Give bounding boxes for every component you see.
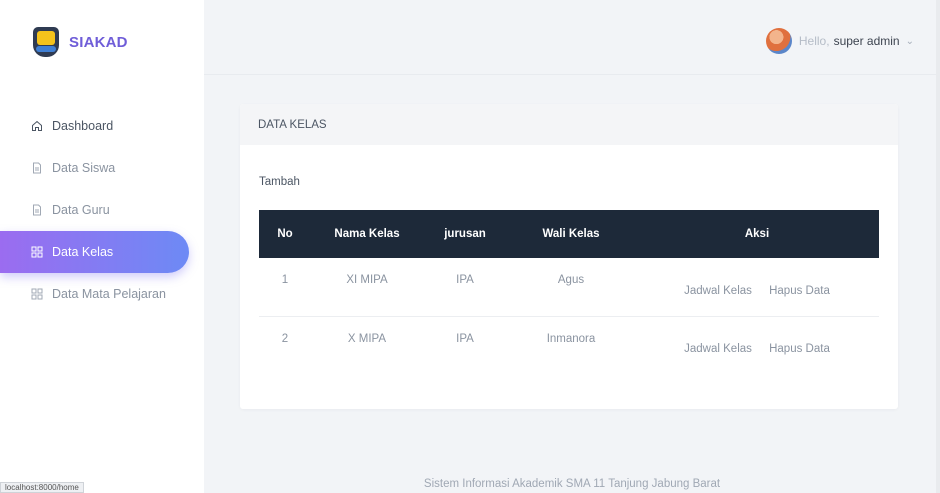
cell-wali-kelas: Inmanora <box>546 332 596 345</box>
grid-icon <box>31 246 43 258</box>
brand[interactable]: SIAKAD <box>33 27 128 57</box>
header-aksi: Aksi <box>744 228 770 240</box>
vertical-scrollbar[interactable] <box>936 0 940 493</box>
header-wali-kelas: Wali Kelas <box>542 228 600 240</box>
sidebar-item-data-mata-pelajaran[interactable]: Data Mata Pelajaran <box>0 273 204 315</box>
status-url: localhost:8000/home <box>0 482 84 493</box>
cell-jurusan: IPA <box>456 332 474 345</box>
table-row: 2 X MIPA IPA Inmanora Jadwal Kelas Hapus… <box>259 316 879 374</box>
avatar[interactable] <box>765 28 792 54</box>
cell-no: 2 <box>281 332 289 345</box>
header-no: No <box>277 228 293 240</box>
document-icon <box>31 162 43 174</box>
data-kelas-card: DATA KELAS Tambah No Nama Kelas jurusan … <box>240 104 898 409</box>
school-logo-icon <box>33 27 59 57</box>
sidebar-item-label: Data Siswa <box>52 161 116 175</box>
sidebar: SIAKAD Dashboard Data Siswa Data Guru Da… <box>0 0 204 493</box>
sidebar-item-dashboard[interactable]: Dashboard <box>0 105 204 147</box>
cell-no: 1 <box>281 274 289 286</box>
sidebar-item-label: Data Mata Pelajaran <box>52 287 166 301</box>
table-header-row: No Nama Kelas jurusan Wali Kelas Aksi <box>259 210 879 258</box>
card-title: DATA KELAS <box>240 104 898 145</box>
sidebar-item-data-guru[interactable]: Data Guru <box>0 189 204 231</box>
cell-wali-kelas: Agus <box>557 274 585 286</box>
brand-name: SIAKAD <box>69 33 128 51</box>
sidebar-menu: Dashboard Data Siswa Data Guru Data Kela… <box>0 105 204 315</box>
sidebar-item-label: Data Guru <box>52 203 110 217</box>
user-menu[interactable]: Hello, super admin ⌄ <box>765 28 914 54</box>
kelas-table: No Nama Kelas jurusan Wali Kelas Aksi 1 … <box>259 210 879 374</box>
sidebar-item-data-siswa[interactable]: Data Siswa <box>0 147 204 189</box>
cell-nama-kelas: X MIPA <box>347 332 387 345</box>
greeting-text: Hello, <box>798 34 830 48</box>
topbar: Hello, super admin ⌄ <box>204 11 940 75</box>
cell-jurusan: IPA <box>456 274 474 286</box>
header-jurusan: jurusan <box>444 228 486 240</box>
cell-aksi: Jadwal Kelas Hapus Data <box>635 316 879 374</box>
chevron-down-icon[interactable]: ⌄ <box>906 36 914 47</box>
jadwal-kelas-link[interactable]: Jadwal Kelas <box>684 343 752 355</box>
table-row: 1 XI MIPA IPA Agus Jadwal Kelas Hapus Da… <box>259 258 879 316</box>
sidebar-item-label: Dashboard <box>52 119 114 133</box>
home-icon <box>31 120 43 132</box>
hapus-data-link[interactable]: Hapus Data <box>769 285 830 297</box>
username: super admin <box>833 34 900 48</box>
document-icon <box>31 204 43 216</box>
footer-text: Sistem Informasi Akademik SMA 11 Tanjung… <box>423 478 721 490</box>
cell-aksi: Jadwal Kelas Hapus Data <box>635 258 879 316</box>
hapus-data-link[interactable]: Hapus Data <box>769 343 830 355</box>
sidebar-item-data-kelas[interactable]: Data Kelas <box>0 231 189 273</box>
add-button[interactable]: Tambah <box>259 176 300 188</box>
grid-icon <box>31 288 43 300</box>
cell-nama-kelas: XI MIPA <box>346 274 388 286</box>
header-nama-kelas: Nama Kelas <box>334 228 400 240</box>
jadwal-kelas-link[interactable]: Jadwal Kelas <box>684 285 752 297</box>
sidebar-item-label: Data Kelas <box>52 245 114 259</box>
